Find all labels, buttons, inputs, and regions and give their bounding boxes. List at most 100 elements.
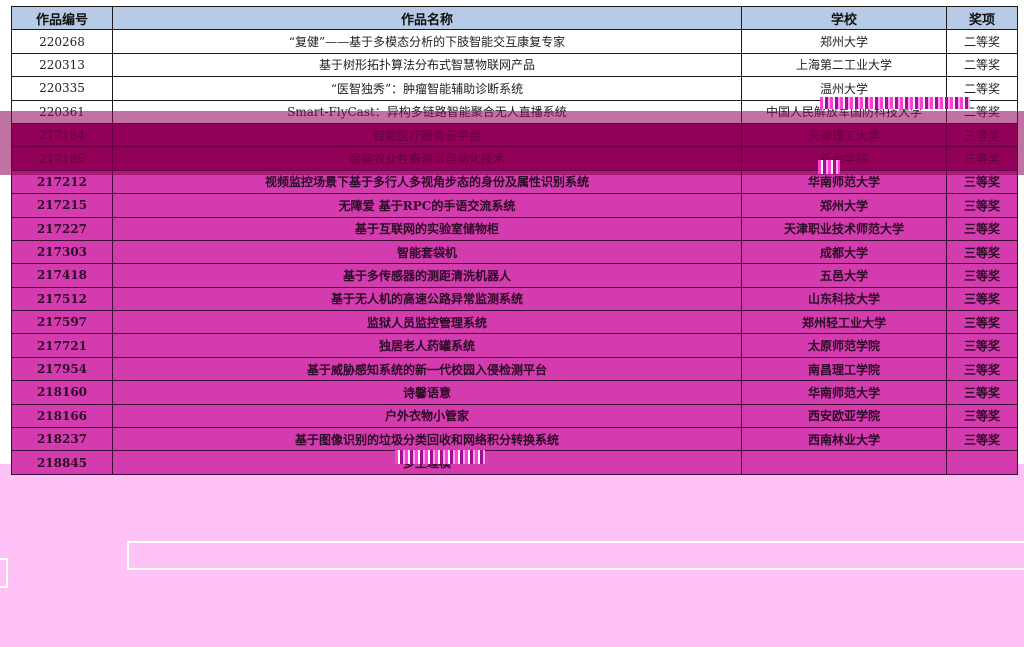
cell-id: 217954 — [11, 356, 113, 382]
cell-award: 三等奖 — [946, 333, 1018, 358]
cell-id: 217185 — [11, 146, 113, 171]
cell-school: 西安欧亚学院 — [741, 403, 947, 429]
cell-award: 三等奖 — [946, 310, 1018, 335]
table-row: 217303 智能套袋机 成都大学 三等奖 — [11, 239, 1018, 265]
table-row: 220361 Smart-FlyCast：异构多链路智能聚合无人直播系统 中国人… — [11, 99, 1018, 124]
cell-name: “复健”——基于多模态分析的下肢智能交互康复专家 — [112, 29, 742, 54]
cell-id: 217184 — [11, 122, 113, 148]
cell-name: Smart-FlyCast：异构多链路智能聚合无人直播系统 — [112, 99, 742, 124]
cell-school: 郑州轻工业大学 — [741, 310, 947, 335]
cell-school: 山东科技大学 — [741, 286, 947, 312]
cell-id: 220268 — [11, 29, 113, 54]
cell-name: 基于无人机的高速公路异常监测系统 — [112, 286, 742, 312]
cell-school: 五邑大学 — [741, 263, 947, 288]
cell-award: 三等奖 — [946, 356, 1018, 382]
table-row: 217212 视频监控场景下基于多行人多视角步态的身份及属性识别系统 华南师范大… — [11, 169, 1018, 195]
cell-school: 温州大学 — [741, 76, 947, 101]
table-row: 220335 “医智独秀”：肿瘤智能辅助诊断系统 温州大学 二等奖 — [11, 76, 1018, 101]
cell-award: 三等奖 — [946, 239, 1018, 265]
cell-award: 三等奖 — [946, 427, 1018, 452]
cell-school: 成都大学 — [741, 239, 947, 265]
cell-school: 华南师范大学 — [741, 380, 947, 405]
cell-award: 二等奖 — [946, 52, 1018, 78]
cell-id: 217512 — [11, 286, 113, 312]
cell-name: 智能农业牲畜测温自动化技术 — [112, 146, 742, 171]
cell-id: 218237 — [11, 427, 113, 452]
cell-school: 郑州大学 — [741, 29, 947, 54]
cell-school: 中国人民解放军国防科技大学 — [741, 99, 947, 124]
table-row: 220313 基于树形拓扑算法分布式智慧物联网产品 上海第二工业大学 二等奖 — [11, 52, 1018, 78]
table-row: 218160 诗馨语意 华南师范大学 三等奖 — [11, 380, 1018, 405]
cell-name: 无障爱 基于RPC的手语交流系统 — [112, 193, 742, 218]
cell-award: 三等奖 — [946, 216, 1018, 241]
table-row: 218237 基于图像识别的垃圾分类回收和网络积分转换系统 西南林业大学 三等奖 — [11, 427, 1018, 452]
cell-school — [741, 450, 947, 475]
cell-award: 二等奖 — [946, 99, 1018, 124]
table-row: 217185 智能农业牲畜测温自动化技术 新余学院 三等奖 — [11, 146, 1018, 171]
cell-id: 218845 — [11, 450, 113, 475]
header-award: 奖项 — [946, 5, 1018, 31]
cell-id: 218160 — [11, 380, 113, 405]
cell-name: 监狱人员监控管理系统 — [112, 310, 742, 335]
cell-award: 三等奖 — [946, 403, 1018, 429]
cell-name: 基于图像识别的垃圾分类回收和网络积分转换系统 — [112, 427, 742, 452]
cell-name: 多生理模 — [112, 450, 742, 475]
table-row: 217721 独居老人药罐系统 太原师范学院 三等奖 — [11, 333, 1018, 358]
cell-award: 三等奖 — [946, 263, 1018, 288]
table-row: 217227 基于互联网的实验室储物柜 天津职业技术师范大学 三等奖 — [11, 216, 1018, 241]
table-row: 217215 无障爱 基于RPC的手语交流系统 郑州大学 三等奖 — [11, 193, 1018, 218]
left-box-outline — [0, 558, 8, 588]
table-row: 217512 基于无人机的高速公路异常监测系统 山东科技大学 三等奖 — [11, 286, 1018, 312]
cell-id: 217212 — [11, 169, 113, 195]
cell-id: 217418 — [11, 263, 113, 288]
cell-award: 三等奖 — [946, 193, 1018, 218]
awards-table: 作品编号 作品名称 学校 奖项 220268 “复健”——基于多模态分析的下肢智… — [11, 5, 1018, 475]
cell-name: 智能套袋机 — [112, 239, 742, 265]
cell-name: 基于互联网的实验室储物柜 — [112, 216, 742, 241]
cell-name: 独居老人药罐系统 — [112, 333, 742, 358]
cell-id: 217597 — [11, 310, 113, 335]
cell-award: 三等奖 — [946, 146, 1018, 171]
header-name: 作品名称 — [112, 5, 742, 31]
cell-school: 上海第二工业大学 — [741, 52, 947, 78]
table-row: 218845 多生理模 — [11, 450, 1018, 475]
cell-name: 视频监控场景下基于多行人多视角步态的身份及属性识别系统 — [112, 169, 742, 195]
cell-id: 217721 — [11, 333, 113, 358]
cell-school: 天津职业技术师范大学 — [741, 216, 947, 241]
cell-school: 太原师范学院 — [741, 333, 947, 358]
table-row: 218166 户外衣物小管家 西安欧亚学院 三等奖 — [11, 403, 1018, 429]
cell-award: 三等奖 — [946, 286, 1018, 312]
cell-school: 南昌理工学院 — [741, 356, 947, 382]
cell-id: 220313 — [11, 52, 113, 78]
table-row: 217418 基于多传感器的测距清洗机器人 五邑大学 三等奖 — [11, 263, 1018, 288]
cell-school: 西南林业大学 — [741, 427, 947, 452]
cell-name: 户外衣物小管家 — [112, 403, 742, 429]
cell-name: 基于威胁感知系统的新一代校园入侵检测平台 — [112, 356, 742, 382]
cell-id: 217215 — [11, 193, 113, 218]
cell-award — [946, 450, 1018, 475]
cell-award: 二等奖 — [946, 29, 1018, 54]
cell-award: 三等奖 — [946, 380, 1018, 405]
table-row: 220268 “复健”——基于多模态分析的下肢智能交互康复专家 郑州大学 二等奖 — [11, 29, 1018, 54]
header-school: 学校 — [741, 5, 947, 31]
cell-name: 基于多传感器的测距清洗机器人 — [112, 263, 742, 288]
cell-id: 217227 — [11, 216, 113, 241]
cell-school: 郑州大学 — [741, 193, 947, 218]
cell-award: 三等奖 — [946, 122, 1018, 148]
cell-school: 新余学院 — [741, 146, 947, 171]
cell-school: 华南师范大学 — [741, 169, 947, 195]
table-row: 217954 基于威胁感知系统的新一代校园入侵检测平台 南昌理工学院 三等奖 — [11, 356, 1018, 382]
cell-name: 基于树形拓扑算法分布式智慧物联网产品 — [112, 52, 742, 78]
cell-school: 天津理工大学 — [741, 122, 947, 148]
table-row: 217597 监狱人员监控管理系统 郑州轻工业大学 三等奖 — [11, 310, 1018, 335]
cell-name: “医智独秀”：肿瘤智能辅助诊断系统 — [112, 76, 742, 101]
cell-id: 220361 — [11, 99, 113, 124]
cell-id: 217303 — [11, 239, 113, 265]
text-input-outline — [127, 541, 1024, 570]
cell-id: 220335 — [11, 76, 113, 101]
table-row: 217184 智能医疗服务云平台 天津理工大学 三等奖 — [11, 122, 1018, 148]
cell-name: 诗馨语意 — [112, 380, 742, 405]
cell-name: 智能医疗服务云平台 — [112, 122, 742, 148]
header-id: 作品编号 — [11, 5, 113, 31]
table-header-row: 作品编号 作品名称 学校 奖项 — [11, 5, 1018, 31]
